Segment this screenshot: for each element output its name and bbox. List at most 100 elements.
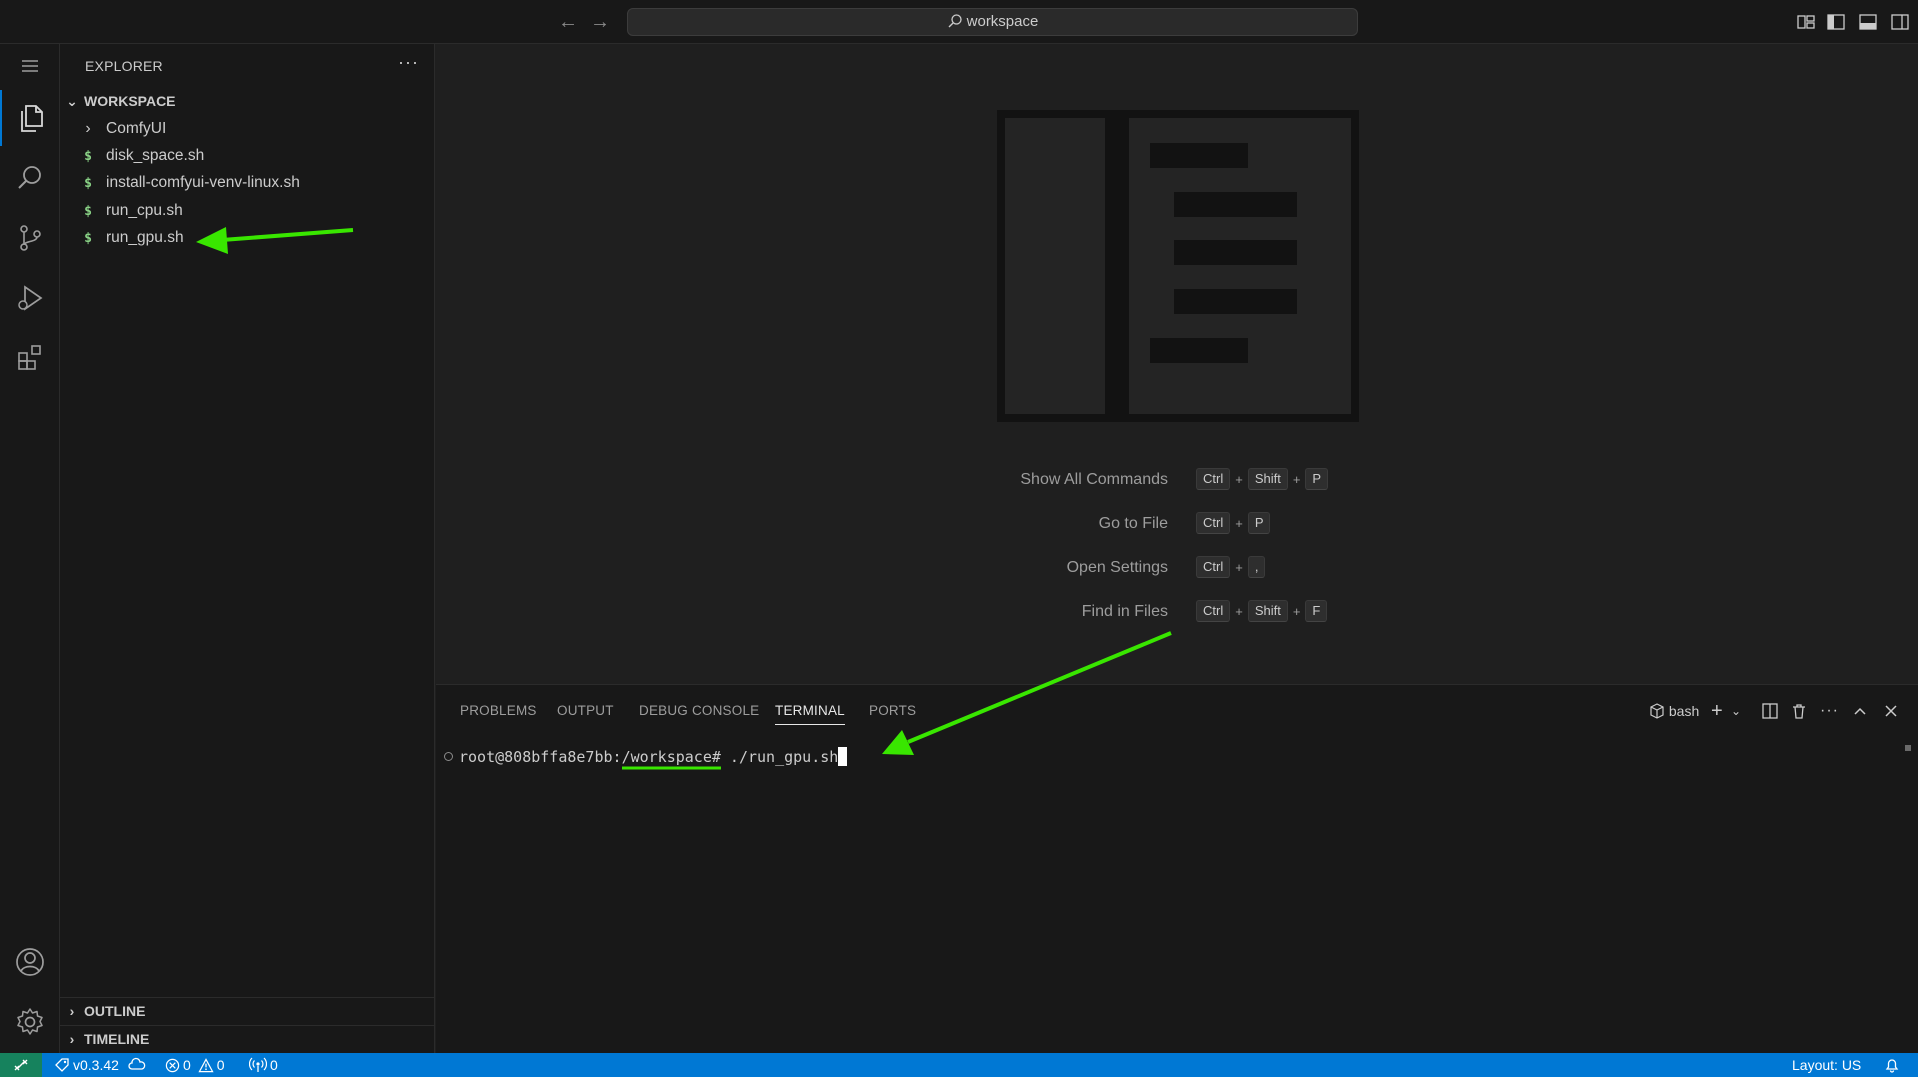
chevron-down-icon[interactable]: ⌄	[1731, 701, 1741, 721]
toggle-panel-icon[interactable]	[1858, 12, 1878, 32]
activity-bar	[0, 44, 60, 1053]
more-actions-icon[interactable]: ···	[398, 52, 419, 73]
broadcast-icon	[249, 1057, 267, 1072]
problems-item[interactable]: 0 0	[165, 1053, 225, 1077]
arrow-left-icon[interactable]: ←	[556, 10, 580, 34]
search-icon[interactable]	[0, 150, 60, 206]
toggle-secondary-sidebar-icon[interactable]	[1890, 12, 1910, 32]
trash-icon[interactable]	[1790, 701, 1808, 721]
remote-indicator[interactable]	[0, 1053, 42, 1077]
run-debug-icon[interactable]	[0, 270, 60, 326]
toggle-primary-sidebar-icon[interactable]	[1826, 12, 1846, 32]
warning-count: 0	[216, 1057, 225, 1073]
tab-ports[interactable]: PORTS	[869, 697, 916, 725]
keybinding: Ctrl + Shift + F	[1196, 600, 1328, 622]
manage-gear-icon[interactable]	[0, 994, 60, 1050]
extensions-icon[interactable]	[0, 330, 60, 386]
remote-icon	[14, 1059, 28, 1071]
key: Ctrl	[1196, 468, 1231, 490]
key: ,	[1247, 556, 1266, 578]
chevron-down-icon: ⌄	[66, 93, 78, 109]
key: Shift	[1247, 468, 1288, 490]
error-count: 0	[183, 1057, 191, 1073]
terminal-line[interactable]: root@808bffa8e7bb:/workspace# ./run_gpu.…	[444, 745, 848, 769]
timeline-header-label: TIMELINE	[84, 1031, 150, 1047]
explorer-icon[interactable]	[0, 90, 60, 146]
split-terminal-icon[interactable]	[1761, 701, 1779, 721]
timeline-section-header[interactable]: › TIMELINE	[60, 1026, 435, 1052]
status-bar: v0.3.42 0 0 0 Layout: US	[0, 1053, 1918, 1077]
source-control-icon[interactable]	[0, 210, 60, 266]
notifications-bell-icon[interactable]	[1884, 1053, 1900, 1077]
key: Ctrl	[1196, 600, 1231, 622]
hint-label: Show All Commands	[1020, 471, 1168, 488]
tree-item-label: run_gpu.sh	[106, 229, 184, 246]
tree-file-run-gpu[interactable]: $ run_gpu.sh	[60, 224, 435, 251]
maximize-panel-icon[interactable]	[1851, 701, 1869, 721]
tag-icon	[55, 1058, 69, 1072]
cloud-sync-icon	[128, 1057, 146, 1070]
ports-item[interactable]: 0	[249, 1053, 278, 1077]
new-terminal-plus-icon[interactable]: +	[1711, 701, 1723, 721]
title-bar: ← → workspace	[0, 0, 1918, 44]
tree-item-label: disk_space.sh	[106, 147, 205, 164]
key: P	[1247, 512, 1271, 534]
terminal-cube-icon	[1650, 703, 1664, 719]
menu-icon[interactable]	[0, 44, 60, 88]
shell-file-icon: $	[84, 231, 92, 246]
tab-problems[interactable]: PROBLEMS	[460, 697, 537, 725]
terminal-cursor	[838, 747, 848, 766]
tree-file-install-comfyui[interactable]: $ install-comfyui-venv-linux.sh	[60, 169, 435, 196]
keybinding: Ctrl + P	[1196, 512, 1271, 534]
accounts-icon[interactable]	[0, 934, 60, 990]
key: F	[1305, 600, 1328, 622]
tree-item-label: run_cpu.sh	[106, 202, 183, 219]
keybinding: Ctrl + Shift + P	[1196, 468, 1329, 490]
vscode-watermark-logo	[997, 110, 1359, 422]
command-center-label: workspace	[966, 13, 1039, 30]
version-label: v0.3.42	[73, 1057, 119, 1073]
outline-section-header[interactable]: › OUTLINE	[60, 998, 435, 1024]
more-actions-icon[interactable]: ···	[1820, 701, 1839, 721]
error-icon	[165, 1058, 180, 1072]
command-center-search[interactable]: workspace	[627, 8, 1358, 36]
editor-area: Show All Commands Ctrl + Shift + P Go to F…	[436, 44, 1918, 684]
workspace-section-header[interactable]: ⌄ WORKSPACE	[60, 88, 435, 114]
scrollbar-marker[interactable]	[1905, 745, 1911, 751]
vscode-window: ← → workspace EXPLORER ··· ⌄ WORKSPACE ›…	[0, 0, 1918, 1077]
search-icon	[948, 14, 962, 28]
terminal-command: ./run_gpu.sh	[720, 748, 839, 766]
tab-output[interactable]: OUTPUT	[557, 697, 614, 725]
close-icon[interactable]	[1882, 701, 1900, 721]
chevron-right-icon: ›	[69, 1003, 75, 1019]
arrow-right-icon[interactable]: →	[588, 10, 612, 34]
chevron-right-icon: ›	[85, 120, 91, 137]
terminal-shell-selector[interactable]: bash	[1649, 701, 1699, 721]
tree-file-disk-space[interactable]: $ disk_space.sh	[60, 142, 435, 169]
chevron-right-icon: ›	[69, 1031, 75, 1047]
bottom-panel: PROBLEMS OUTPUT DEBUG CONSOLE TERMINAL P…	[436, 684, 1918, 1053]
keyboard-layout-item[interactable]: Layout: US	[1792, 1053, 1861, 1077]
warning-icon	[198, 1057, 214, 1072]
tree-file-run-cpu[interactable]: $ run_cpu.sh	[60, 197, 435, 224]
shell-file-icon: $	[84, 204, 92, 219]
sidebar-title: EXPLORER	[85, 58, 163, 74]
version-item[interactable]: v0.3.42	[54, 1053, 146, 1077]
hint-label: Find in Files	[1081, 603, 1168, 620]
key: Ctrl	[1196, 556, 1231, 578]
tab-debug-console[interactable]: DEBUG CONSOLE	[639, 697, 759, 725]
command-decoration-icon	[444, 752, 453, 761]
tree-item-label: ComfyUI	[106, 120, 167, 137]
key: Ctrl	[1196, 512, 1231, 534]
tree-item-label: install-comfyui-venv-linux.sh	[106, 174, 300, 191]
hint-go-to-file: Go to File Ctrl + P	[436, 512, 1918, 536]
key: P	[1305, 468, 1329, 490]
tree-folder-comfyui[interactable]: › ComfyUI	[60, 115, 435, 142]
outline-header-label: OUTLINE	[84, 1003, 146, 1019]
ports-count: 0	[270, 1057, 278, 1073]
tab-terminal[interactable]: TERMINAL	[775, 697, 845, 725]
hint-find-in-files: Find in Files Ctrl + Shift + F	[436, 600, 1918, 624]
customize-layout-icon[interactable]	[1796, 12, 1816, 32]
shell-label: bash	[1668, 703, 1700, 719]
hint-open-settings: Open Settings Ctrl + ,	[436, 556, 1918, 580]
